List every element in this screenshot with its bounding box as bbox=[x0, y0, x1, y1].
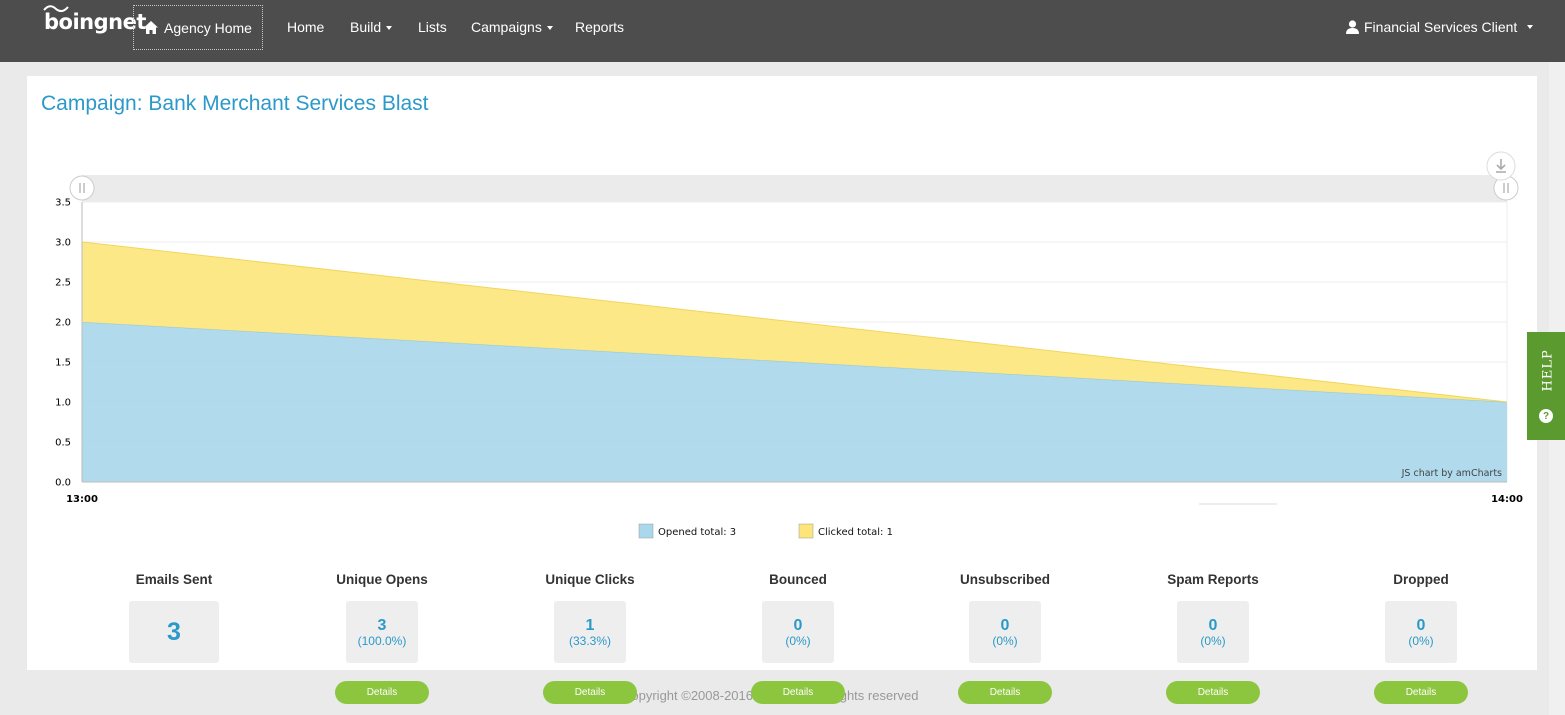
x-axis: 13:00 14:00 bbox=[66, 494, 1523, 505]
stat-box: 1 (33.3%) bbox=[554, 601, 626, 663]
legend-label[interactable]: Clicked total: 1 bbox=[818, 527, 893, 538]
stat-label: Dropped bbox=[1393, 572, 1449, 587]
stat-label: Unsubscribed bbox=[959, 572, 1051, 587]
agency-home-button[interactable]: Agency Home bbox=[133, 5, 263, 50]
home-icon bbox=[144, 21, 159, 34]
y-tick-label: 2.0 bbox=[55, 318, 71, 329]
details-button[interactable]: Details bbox=[543, 681, 637, 704]
user-icon bbox=[1346, 20, 1359, 34]
details-button[interactable]: Details bbox=[958, 681, 1052, 704]
stat-label: Unique Opens bbox=[336, 572, 428, 587]
stat-box: 3 bbox=[129, 601, 219, 663]
chart-legend: Opened total: 3 Clicked total: 1 bbox=[638, 523, 893, 539]
campaign-chart: 0.0 0.5 1.0 1.5 2.0 2.5 3.0 3.5 13:00 14:00 JS c… bbox=[55, 151, 1523, 539]
details-button[interactable]: Details bbox=[751, 681, 845, 704]
y-tick-label: 3.5 bbox=[55, 198, 71, 209]
help-label: HELP bbox=[1540, 349, 1556, 392]
nav-lists-label: Lists bbox=[418, 19, 447, 35]
chevron-down-icon bbox=[546, 26, 553, 31]
y-tick-label: 3.0 bbox=[55, 238, 71, 249]
x-tick-label: 13:00 bbox=[66, 494, 98, 505]
stat-label: Bounced bbox=[769, 572, 827, 587]
stat-percent: (100.0%) bbox=[357, 633, 407, 648]
x-tick-label: 14:00 bbox=[1491, 494, 1523, 505]
stat-value: 0 bbox=[793, 616, 803, 634]
stat-value: 3 bbox=[377, 616, 387, 634]
legend-marker[interactable] bbox=[798, 523, 814, 539]
zoom-handle-left[interactable] bbox=[69, 175, 95, 201]
nav-reports-label: Reports bbox=[575, 19, 625, 35]
stat-box: 0 (0%) bbox=[1385, 601, 1457, 663]
agency-home-label: Agency Home bbox=[164, 19, 252, 36]
y-tick-label: 1.5 bbox=[55, 358, 71, 369]
chevron-down-icon bbox=[1527, 25, 1534, 29]
help-tab[interactable]: HELP ? bbox=[1527, 332, 1565, 440]
details-button[interactable]: Details bbox=[1166, 681, 1260, 704]
nav-home[interactable]: Home bbox=[287, 19, 324, 35]
brand-logo[interactable]: boingnet bbox=[43, 5, 146, 34]
stat-percent: (0%) bbox=[1200, 633, 1226, 648]
nav-build-label: Build bbox=[350, 19, 382, 35]
stat-value: 0 bbox=[1000, 616, 1010, 634]
stat-box: 3 (100.0%) bbox=[346, 601, 418, 663]
stat-value: 0 bbox=[1416, 616, 1426, 634]
stat-label: Unique Clicks bbox=[545, 572, 635, 587]
top-navbar: boingnet Agency Home Home Build Lists Ca… bbox=[0, 0, 1565, 62]
y-axis: 0.0 0.5 1.0 1.5 2.0 2.5 3.0 3.5 bbox=[55, 198, 71, 489]
stat-box: 0 (0%) bbox=[762, 601, 834, 663]
stat-percent: (0%) bbox=[785, 633, 811, 648]
nav-campaigns[interactable]: Campaigns bbox=[471, 19, 553, 35]
logo-swirl-icon bbox=[43, 5, 69, 13]
stat-label: Spam Reports bbox=[1167, 572, 1259, 587]
nav-lists[interactable]: Lists bbox=[418, 19, 447, 35]
campaign-card: Campaign: Bank Merchant Services Blast 0… bbox=[27, 76, 1537, 670]
stat-percent: (33.3%) bbox=[568, 633, 612, 648]
stat-box: 0 (0%) bbox=[1177, 601, 1249, 663]
details-button[interactable]: Details bbox=[335, 681, 429, 704]
details-button[interactable]: Details bbox=[1374, 681, 1468, 704]
nav-campaigns-label: Campaigns bbox=[471, 19, 542, 35]
user-menu[interactable]: Financial Services Client bbox=[1346, 19, 1534, 35]
chevron-down-icon bbox=[386, 26, 393, 31]
y-tick-label: 1.0 bbox=[55, 398, 71, 409]
nav-build[interactable]: Build bbox=[350, 19, 393, 35]
stat-percent: (0%) bbox=[992, 633, 1018, 648]
legend-marker[interactable] bbox=[638, 523, 654, 539]
y-tick-label: 2.5 bbox=[55, 278, 71, 289]
chart-credit[interactable]: JS chart by amCharts bbox=[1401, 468, 1502, 479]
stat-label: Emails Sent bbox=[135, 572, 213, 587]
y-tick-label: 0.5 bbox=[55, 438, 71, 449]
download-icon[interactable] bbox=[1486, 151, 1516, 181]
stat-value: 0 bbox=[1208, 616, 1218, 634]
y-tick-label: 0.0 bbox=[55, 478, 71, 489]
nav-reports[interactable]: Reports bbox=[575, 19, 624, 35]
legend-label[interactable]: Opened total: 3 bbox=[658, 527, 736, 538]
stat-value: 3 bbox=[167, 618, 181, 646]
question-icon: ? bbox=[1539, 409, 1553, 423]
stat-value: 1 bbox=[585, 616, 595, 634]
nav-home-label: Home bbox=[287, 19, 325, 35]
chart-zoom-scrollbar[interactable] bbox=[82, 175, 1507, 202]
stat-percent: (0%) bbox=[1408, 633, 1434, 648]
stat-box: 0 (0%) bbox=[969, 601, 1041, 663]
user-menu-label: Financial Services Client bbox=[1364, 19, 1518, 35]
